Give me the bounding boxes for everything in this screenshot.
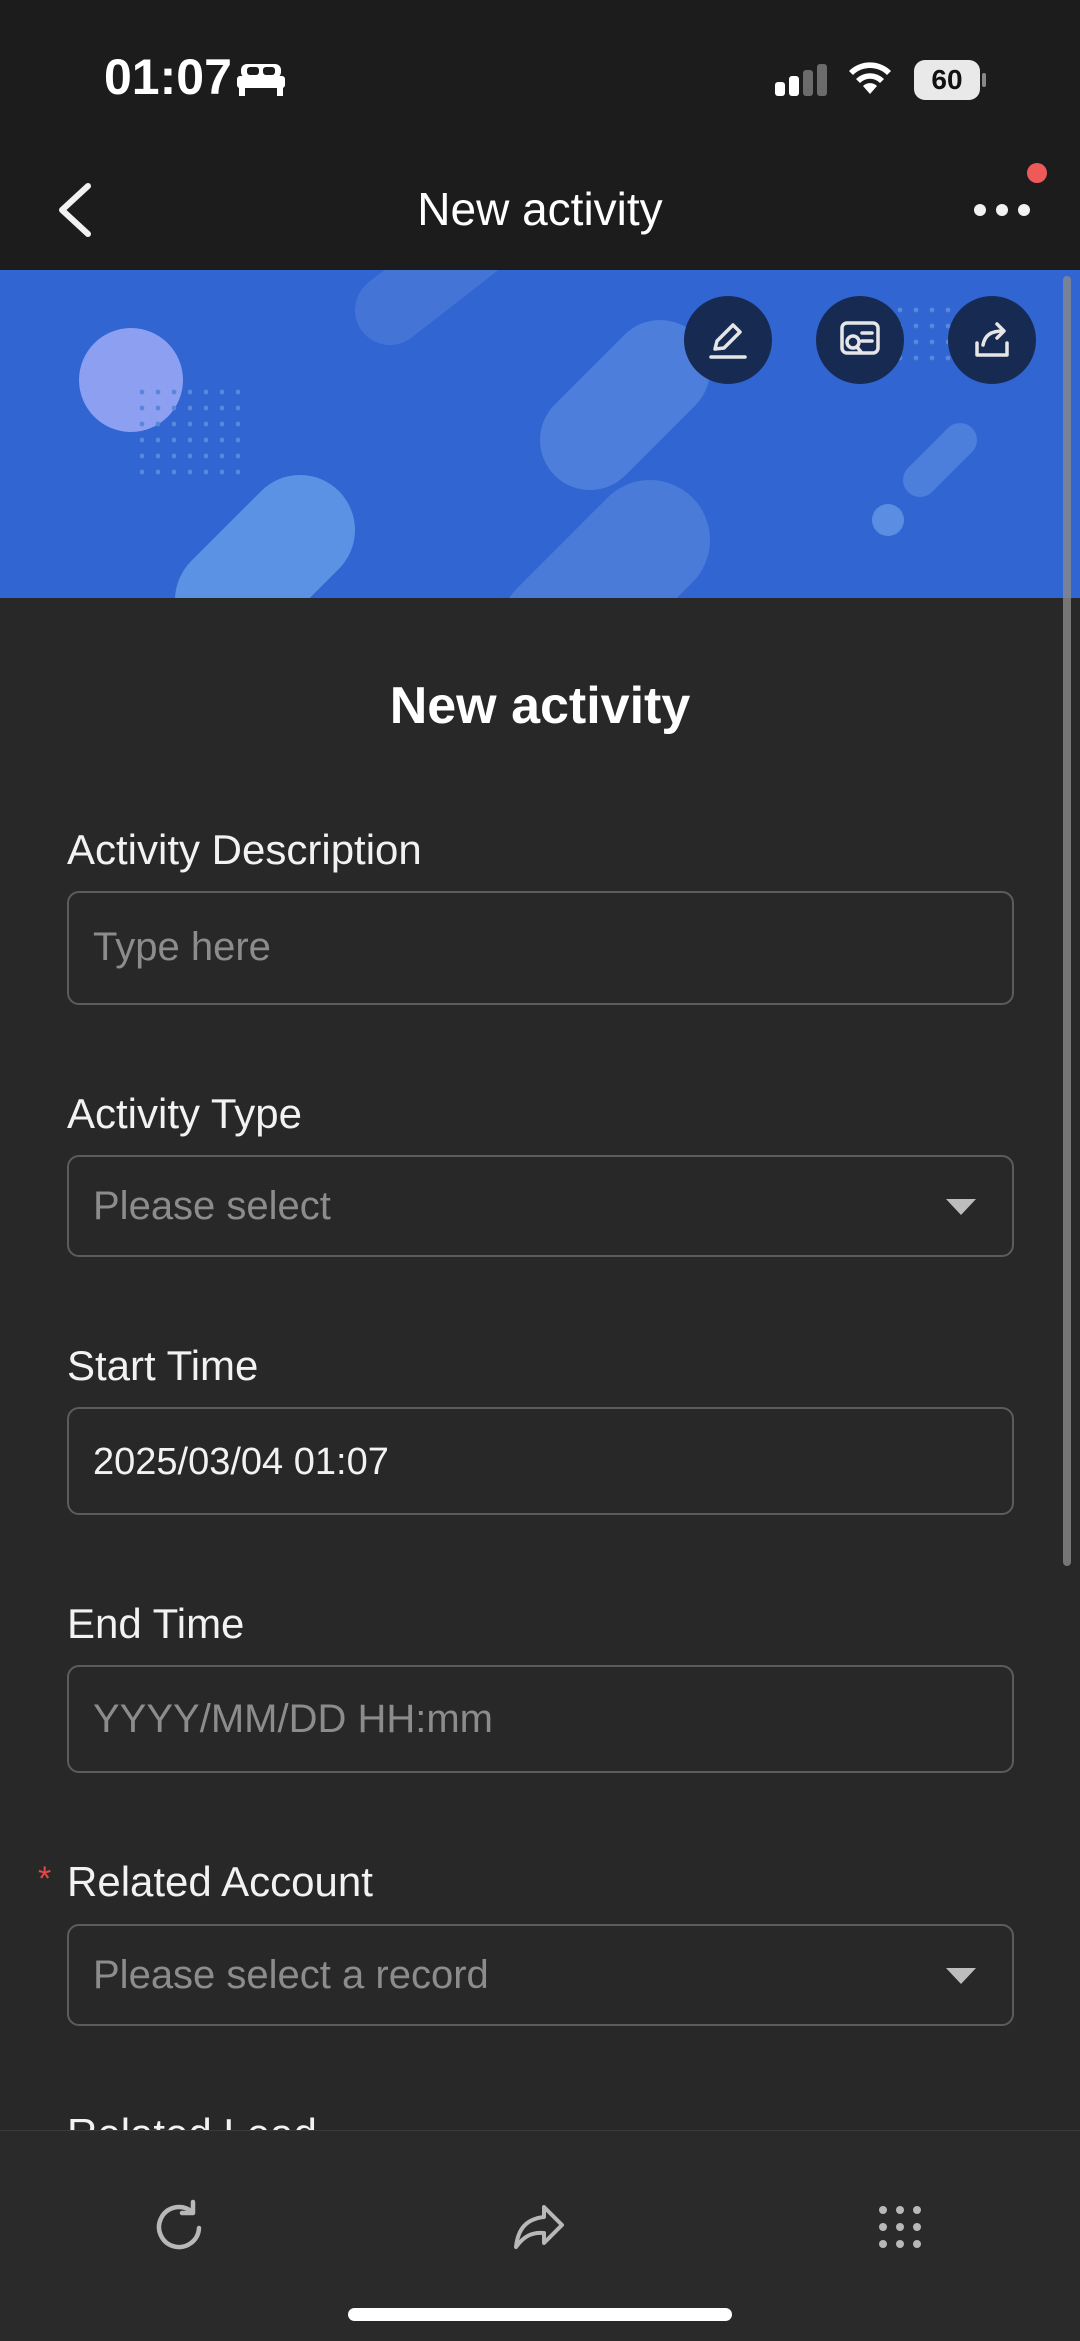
- wifi-icon: [849, 62, 891, 94]
- battery-tip: [982, 73, 986, 87]
- home-indicator[interactable]: [348, 2308, 732, 2321]
- start-time-field[interactable]: 2025/03/04 01:07: [67, 1407, 1014, 1515]
- battery-icon: 60: [914, 60, 986, 100]
- page-title: New activity: [417, 183, 663, 235]
- form-title: New activity: [389, 677, 691, 735]
- cellular-signal-icon: [775, 64, 827, 96]
- view-details-button[interactable]: [816, 296, 904, 384]
- activity-type-placeholder: Please select: [93, 1184, 331, 1228]
- menu-button[interactable]: [864, 2191, 936, 2263]
- activity-type-select[interactable]: Please select: [67, 1155, 1014, 1257]
- required-indicator: *: [38, 1860, 52, 1898]
- refresh-icon: [156, 2199, 202, 2250]
- related-account-placeholder: Please select a record: [93, 1953, 489, 1997]
- chevron-down-icon: [946, 1968, 976, 1984]
- search-document-icon: [840, 321, 880, 355]
- grid-menu-icon: [879, 2206, 921, 2248]
- refresh-button[interactable]: [144, 2191, 216, 2263]
- forward-icon: [514, 2205, 564, 2249]
- forward-button[interactable]: [504, 2191, 576, 2263]
- end-time-placeholder: YYYY/MM/DD HH:mm: [93, 1697, 493, 1741]
- share-icon: [975, 322, 1009, 357]
- more-options-icon[interactable]: [970, 198, 1034, 222]
- notification-badge: [1027, 163, 1047, 183]
- related-account-select[interactable]: Please select a record: [67, 1924, 1014, 2026]
- status-time: 01:07: [104, 49, 232, 105]
- scrollbar[interactable]: [1063, 276, 1071, 1566]
- activity-description-label: Activity Description: [67, 826, 422, 873]
- chevron-down-icon: [946, 1199, 976, 1215]
- header-banner: [0, 270, 1080, 598]
- activity-description-placeholder: Type here: [93, 925, 271, 969]
- activity-description-input[interactable]: Type here: [67, 891, 1014, 1005]
- edit-icon: [709, 323, 747, 359]
- start-time-label: Start Time: [67, 1342, 259, 1389]
- navigation-bar: New activity: [0, 150, 1080, 270]
- related-account-label: Related Account: [67, 1858, 373, 1905]
- start-time-value: 2025/03/04 01:07: [93, 1441, 389, 1483]
- status-bar: 01:07 60: [0, 0, 1080, 150]
- end-time-field[interactable]: YYYY/MM/DD HH:mm: [67, 1665, 1014, 1773]
- banner-decoration: [79, 270, 977, 598]
- edit-button[interactable]: [684, 296, 772, 384]
- share-button[interactable]: [948, 296, 1036, 384]
- activity-type-label: Activity Type: [67, 1090, 302, 1137]
- end-time-label: End Time: [67, 1600, 245, 1647]
- battery-level: 60: [914, 60, 980, 100]
- sleep-focus-icon: [237, 64, 285, 96]
